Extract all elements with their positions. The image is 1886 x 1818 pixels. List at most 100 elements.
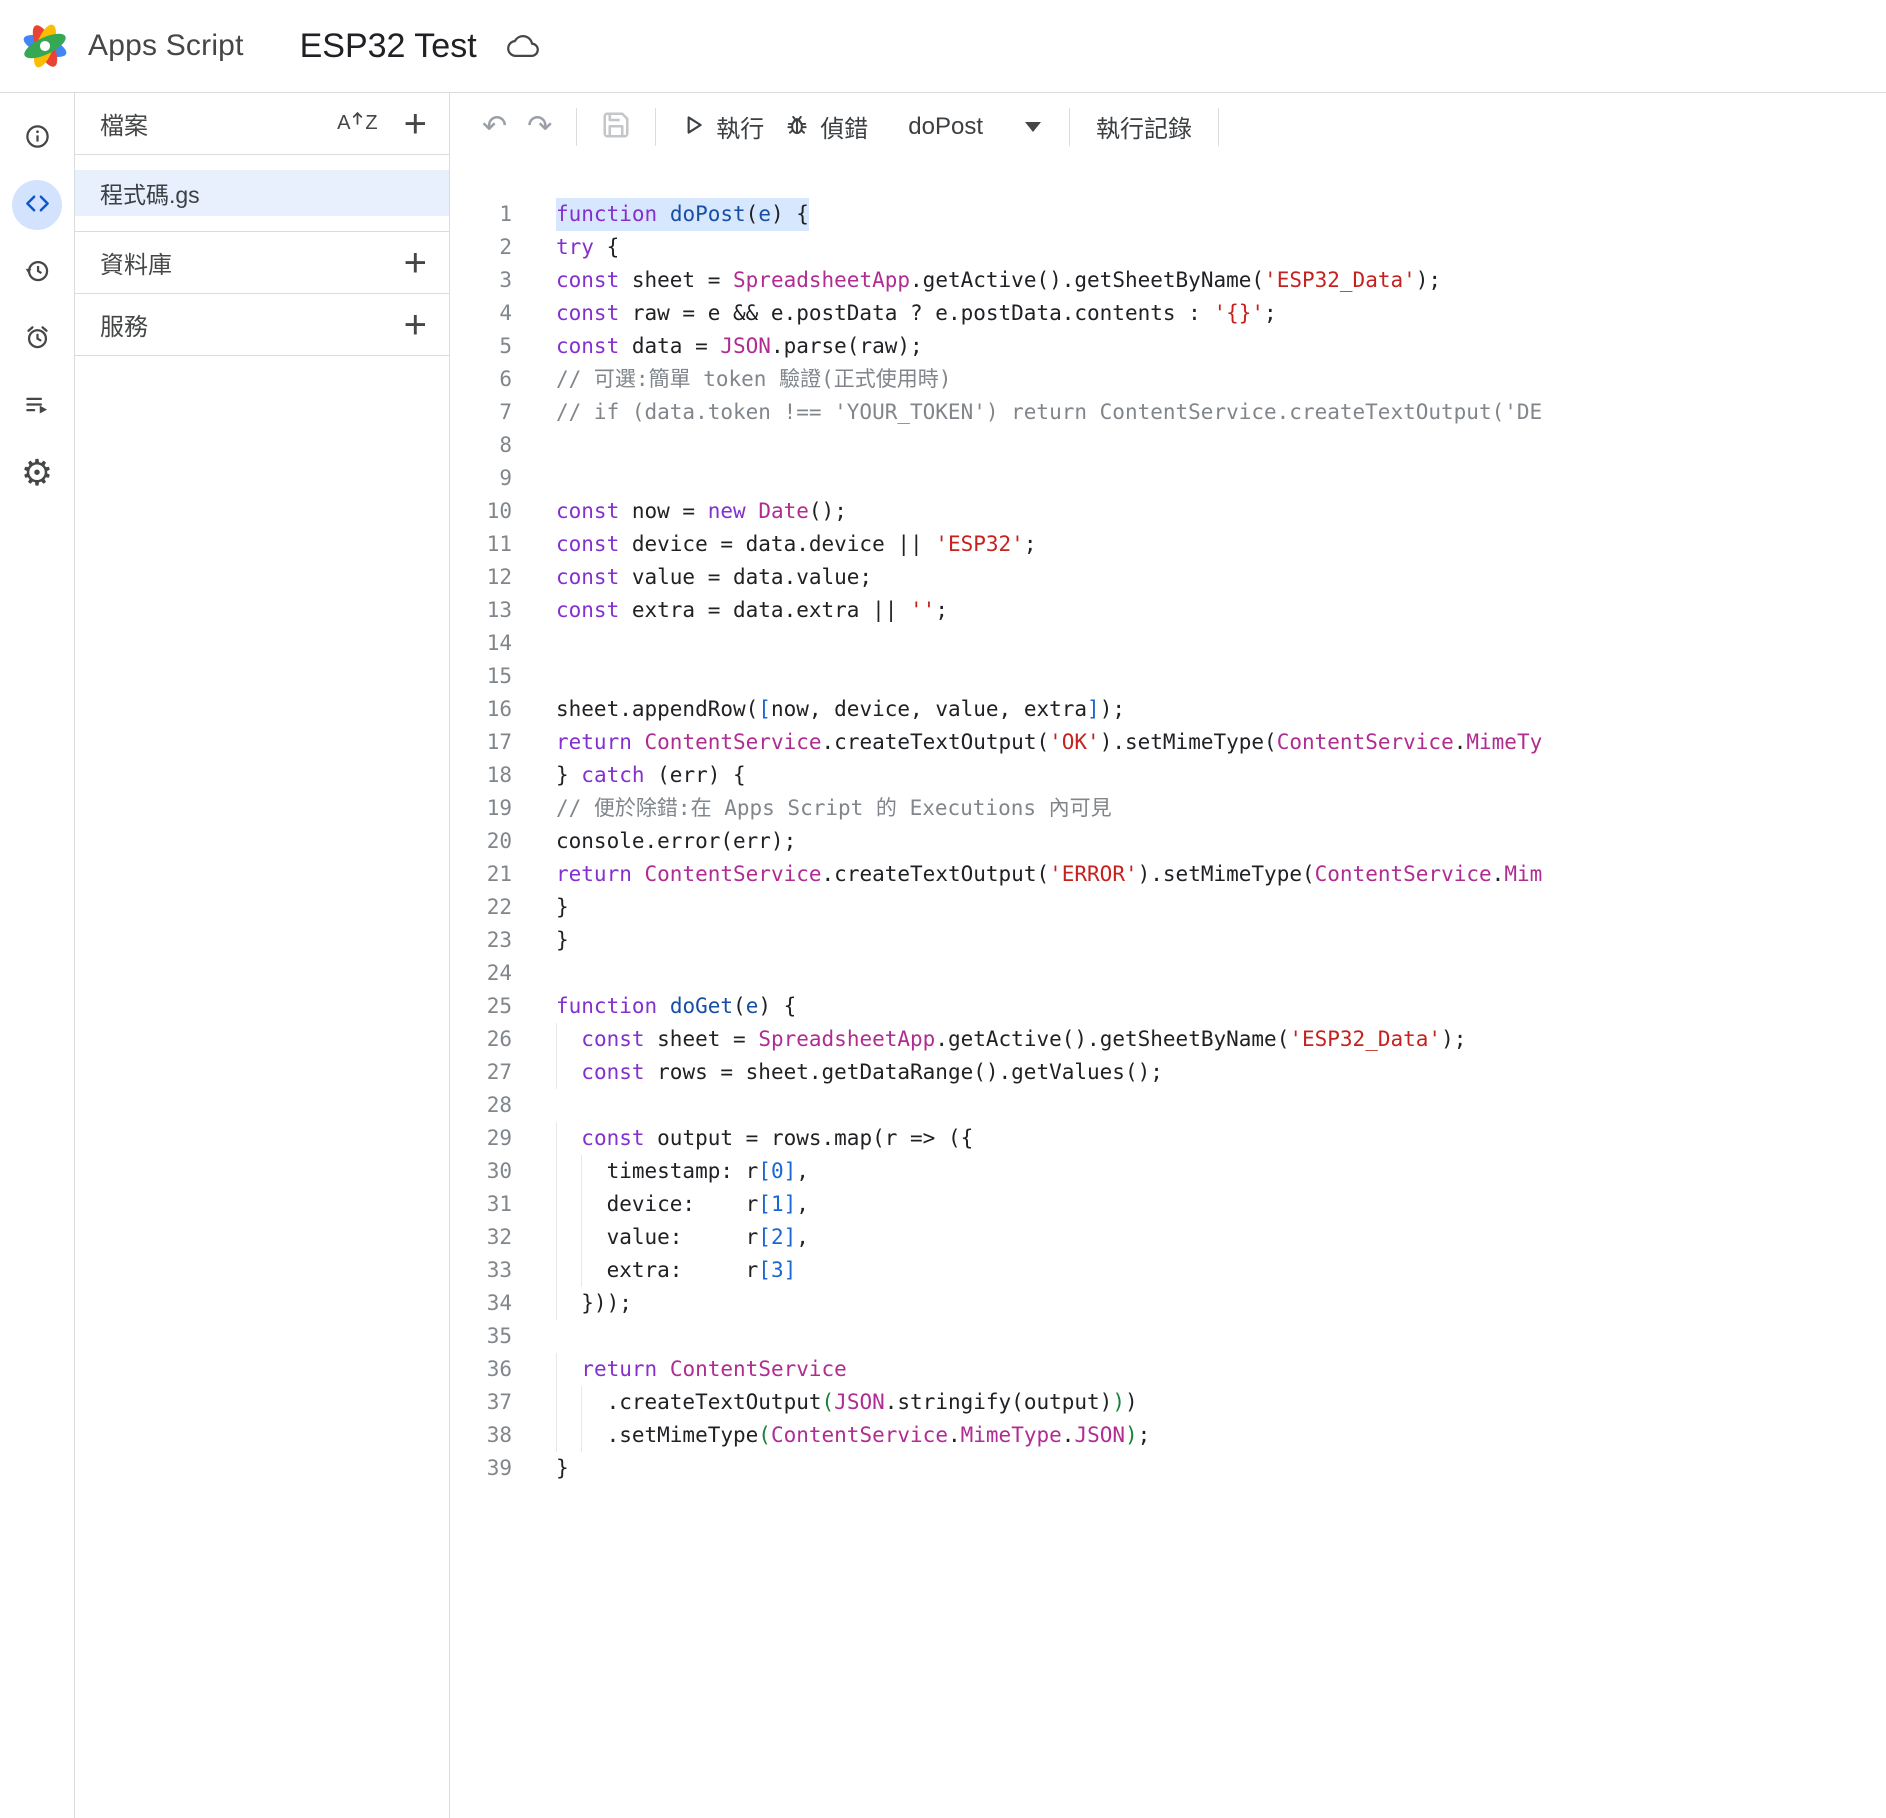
settings-nav-button[interactable]: ⚙ [12, 448, 62, 498]
code-line[interactable]: 37 .createTextOutput(JSON.stringify(outp… [450, 1386, 1886, 1419]
line-number[interactable]: 38 [450, 1419, 512, 1452]
line-number[interactable]: 29 [450, 1122, 512, 1155]
code-line[interactable]: 13const extra = data.extra || ''; [450, 594, 1886, 627]
code-line[interactable]: 33 extra: r[3] [450, 1254, 1886, 1287]
file-item-code-gs[interactable]: 程式碼.gs [75, 170, 449, 216]
line-number[interactable]: 30 [450, 1155, 512, 1188]
code-line[interactable]: 3const sheet = SpreadsheetApp.getActive(… [450, 264, 1886, 297]
line-number[interactable]: 23 [450, 924, 512, 957]
code-line[interactable]: 30 timestamp: r[0], [450, 1155, 1886, 1188]
code-line[interactable]: 21return ContentService.createTextOutput… [450, 858, 1886, 891]
code-line[interactable]: 35 [450, 1320, 1886, 1353]
line-number[interactable]: 36 [450, 1353, 512, 1386]
line-number[interactable]: 28 [450, 1089, 512, 1122]
line-number[interactable]: 14 [450, 627, 512, 660]
code-line[interactable]: 31 device: r[1], [450, 1188, 1886, 1221]
code-line[interactable]: 4const raw = e && e.postData ? e.postDat… [450, 297, 1886, 330]
line-number[interactable]: 25 [450, 990, 512, 1023]
code-line[interactable]: 32 value: r[2], [450, 1221, 1886, 1254]
editor-nav-button[interactable] [12, 180, 62, 230]
code-line[interactable]: 9 [450, 462, 1886, 495]
code-line[interactable]: 28 [450, 1089, 1886, 1122]
code-line[interactable]: 39} [450, 1452, 1886, 1485]
project-history-nav-button[interactable] [12, 247, 62, 297]
code-line[interactable]: 14 [450, 627, 1886, 660]
line-number[interactable]: 13 [450, 594, 512, 627]
line-number[interactable]: 31 [450, 1188, 512, 1221]
code-line[interactable]: 23} [450, 924, 1886, 957]
line-number[interactable]: 35 [450, 1320, 512, 1353]
line-number[interactable]: 6 [450, 363, 512, 396]
sort-files-icon[interactable]: A Z [337, 112, 378, 135]
line-number[interactable]: 9 [450, 462, 512, 495]
line-number[interactable]: 22 [450, 891, 512, 924]
line-number[interactable]: 12 [450, 561, 512, 594]
line-number[interactable]: 3 [450, 264, 512, 297]
code-line[interactable]: 17return ContentService.createTextOutput… [450, 726, 1886, 759]
apps-script-logo[interactable] [16, 21, 74, 71]
code-line[interactable]: 6// 可選:簡單 token 驗證(正式使用時) [450, 363, 1886, 396]
code-line[interactable]: 1function doPost(e) { [450, 198, 1886, 231]
redo-button[interactable]: ↷ [517, 103, 562, 150]
code-line[interactable]: 26 const sheet = SpreadsheetApp.getActiv… [450, 1023, 1886, 1056]
execution-log-button[interactable]: 執行記錄 [1084, 109, 1204, 144]
line-number[interactable]: 19 [450, 792, 512, 825]
line-number[interactable]: 17 [450, 726, 512, 759]
line-number[interactable]: 21 [450, 858, 512, 891]
code-line[interactable]: 5const data = JSON.parse(raw); [450, 330, 1886, 363]
code-line[interactable]: 25function doGet(e) { [450, 990, 1886, 1023]
code-line[interactable]: 22} [450, 891, 1886, 924]
code-line[interactable]: 8 [450, 429, 1886, 462]
line-number[interactable]: 27 [450, 1056, 512, 1089]
line-number[interactable]: 10 [450, 495, 512, 528]
line-number[interactable]: 26 [450, 1023, 512, 1056]
run-button[interactable]: 執行 [670, 103, 774, 150]
code-line[interactable]: 34 })); [450, 1287, 1886, 1320]
line-number[interactable]: 33 [450, 1254, 512, 1287]
debug-button[interactable]: 偵錯 [774, 103, 878, 150]
add-library-button[interactable]: + [404, 243, 427, 283]
project-title[interactable]: ESP32 Test [300, 27, 477, 66]
code-line[interactable]: 36 return ContentService [450, 1353, 1886, 1386]
line-number[interactable]: 11 [450, 528, 512, 561]
code-line[interactable]: 20console.error(err); [450, 825, 1886, 858]
code-line[interactable]: 29 const output = rows.map(r => ({ [450, 1122, 1886, 1155]
code-line[interactable]: 18} catch (err) { [450, 759, 1886, 792]
code-line[interactable]: 24 [450, 957, 1886, 990]
add-file-button[interactable]: + [404, 104, 427, 144]
line-number[interactable]: 24 [450, 957, 512, 990]
code-line[interactable]: 7// if (data.token !== 'YOUR_TOKEN') ret… [450, 396, 1886, 429]
line-number[interactable]: 37 [450, 1386, 512, 1419]
overview-nav-button[interactable] [12, 113, 62, 163]
code-line[interactable]: 15 [450, 660, 1886, 693]
code-line-content: } catch (err) { [512, 759, 746, 792]
line-number[interactable]: 5 [450, 330, 512, 363]
line-number[interactable]: 34 [450, 1287, 512, 1320]
undo-button[interactable]: ↶ [472, 103, 517, 150]
line-number[interactable]: 32 [450, 1221, 512, 1254]
triggers-nav-button[interactable] [12, 314, 62, 364]
line-number[interactable]: 16 [450, 693, 512, 726]
code-line[interactable]: 10const now = new Date(); [450, 495, 1886, 528]
line-number[interactable]: 18 [450, 759, 512, 792]
code-editor[interactable]: 1function doPost(e) {2try {3const sheet … [450, 160, 1886, 1818]
line-number[interactable]: 4 [450, 297, 512, 330]
save-button[interactable] [591, 104, 641, 149]
line-number[interactable]: 1 [450, 198, 512, 231]
line-number[interactable]: 39 [450, 1452, 512, 1485]
line-number[interactable]: 8 [450, 429, 512, 462]
code-line[interactable]: 12const value = data.value; [450, 561, 1886, 594]
add-service-button[interactable]: + [404, 305, 427, 345]
code-line[interactable]: 11const device = data.device || 'ESP32'; [450, 528, 1886, 561]
line-number[interactable]: 15 [450, 660, 512, 693]
function-dropdown[interactable]: doPost [894, 105, 1055, 149]
code-line[interactable]: 27 const rows = sheet.getDataRange().get… [450, 1056, 1886, 1089]
line-number[interactable]: 7 [450, 396, 512, 429]
code-line[interactable]: 2try { [450, 231, 1886, 264]
code-line[interactable]: 19// 便於除錯:在 Apps Script 的 Executions 內可見 [450, 792, 1886, 825]
code-line[interactable]: 16sheet.appendRow([now, device, value, e… [450, 693, 1886, 726]
code-line[interactable]: 38 .setMimeType(ContentService.MimeType.… [450, 1419, 1886, 1452]
line-number[interactable]: 20 [450, 825, 512, 858]
line-number[interactable]: 2 [450, 231, 512, 264]
executions-nav-button[interactable] [12, 381, 62, 431]
